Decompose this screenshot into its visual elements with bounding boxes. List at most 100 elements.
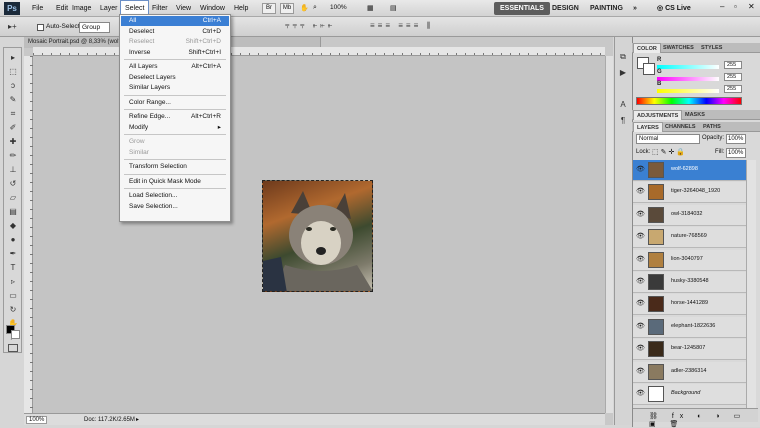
layer-row[interactable]: 👁 elephant-1822636 — [633, 316, 746, 338]
actions-panel-icon[interactable]: ▶ — [617, 67, 629, 79]
select-menu-item-refine-edge[interactable]: Refine Edge... Alt+Ctrl+R — [121, 112, 229, 122]
view-extras-icon[interactable]: ▦ — [367, 4, 374, 12]
move-tool-icon[interactable]: ▸ — [6, 51, 20, 64]
auto-select-dropdown[interactable]: Group — [79, 22, 110, 33]
wolf-image-selection[interactable] — [262, 180, 373, 292]
gradient-tool-icon[interactable]: ▤ — [6, 205, 20, 218]
layer-row[interactable]: 👁 adler-2386314 — [633, 361, 746, 383]
visibility-eye-icon[interactable]: 👁 — [636, 166, 645, 174]
3d-rotate-tool-icon[interactable]: ↻ — [6, 303, 20, 316]
workspace-more[interactable]: » — [627, 2, 643, 15]
ruler-vertical[interactable] — [24, 56, 33, 413]
select-menu-item-similar-layers[interactable]: Similar Layers — [121, 83, 229, 93]
layer-row[interactable]: 👁 owl-3184032 — [633, 204, 746, 226]
maximize-button[interactable]: ▫ — [734, 2, 737, 11]
menu-image[interactable]: Image — [68, 0, 95, 17]
color-spectrum-bar[interactable] — [636, 97, 742, 105]
path-selection-tool-icon[interactable]: ▹ — [6, 275, 20, 288]
dodge-tool-icon[interactable]: ● — [6, 233, 20, 246]
select-menu-item-inverse[interactable]: Inverse Shift+Ctrl+I — [121, 48, 229, 58]
tab-channels[interactable]: CHANNELS — [662, 122, 699, 132]
layer-row[interactable]: 👁 tiger-3264048_1920 — [633, 182, 746, 204]
character-panel-icon[interactable]: A — [617, 99, 629, 111]
visibility-eye-icon[interactable]: 👁 — [636, 300, 645, 308]
tab-masks[interactable]: MASKS — [682, 110, 708, 120]
eraser-tool-icon[interactable]: ▱ — [6, 191, 20, 204]
tab-paths[interactable]: PATHS — [700, 122, 724, 132]
visibility-eye-icon[interactable]: 👁 — [636, 390, 645, 398]
crop-tool-icon[interactable]: ⌗ — [6, 107, 20, 120]
auto-select-checkbox[interactable] — [37, 24, 44, 31]
channel-b-value[interactable]: 255 — [724, 85, 742, 93]
marquee-tool-icon[interactable]: ⬚ — [6, 65, 20, 78]
zoom-tool-icon[interactable]: ⌕ — [313, 4, 317, 12]
quick-mask-icon[interactable] — [8, 344, 18, 352]
mini-bridge-button[interactable]: Mb — [280, 3, 294, 14]
move-tool-preset-icon[interactable]: ▸+ — [8, 22, 17, 31]
channel-g-slider[interactable] — [657, 77, 719, 81]
pen-tool-icon[interactable]: ✒ — [6, 247, 20, 260]
close-button[interactable]: ✕ — [748, 2, 755, 11]
tab-adjustments[interactable]: ADJUSTMENTS — [633, 110, 683, 120]
layer-row[interactable]: 👁 lion-3040797 — [633, 249, 746, 271]
brush-tool-icon[interactable]: ✏ — [6, 149, 20, 162]
select-menu-item-color-range[interactable]: Color Range... — [121, 98, 229, 108]
type-tool-icon[interactable]: T — [6, 261, 20, 274]
select-menu-item-all-layers[interactable]: All Layers Alt+Ctrl+A — [121, 62, 229, 72]
layer-row[interactable]: 👁 horse-1441289 — [633, 294, 746, 316]
visibility-eye-icon[interactable]: 👁 — [636, 345, 645, 353]
blur-tool-icon[interactable]: ◆ — [6, 219, 20, 232]
fill-field[interactable]: 100% — [726, 148, 746, 158]
visibility-eye-icon[interactable]: 👁 — [636, 188, 645, 196]
paragraph-panel-icon[interactable]: ¶ — [617, 115, 629, 127]
layer-row[interactable]: 👁 wolf-62898 — [633, 160, 746, 181]
status-menu-arrow-icon[interactable]: ▸ — [136, 416, 139, 423]
select-menu-item-save-selection[interactable]: Save Selection... — [121, 202, 229, 212]
status-zoom[interactable]: 100% — [26, 416, 48, 424]
quick-select-tool-icon[interactable]: ✎ — [6, 93, 20, 106]
select-menu-item-edit-in-quick-mask-mode[interactable]: Edit in Quick Mask Mode — [121, 177, 229, 187]
shape-tool-icon[interactable]: ▭ — [6, 289, 20, 302]
clone-stamp-tool-icon[interactable]: ⊥ — [6, 163, 20, 176]
align-icons[interactable]: ⫧⫧⫧ ⫦⫦⫦ — [285, 21, 335, 31]
vertical-scrollbar[interactable] — [605, 56, 613, 413]
tab-layers[interactable]: LAYERS — [633, 122, 663, 132]
channel-g-value[interactable]: 255 — [724, 73, 742, 81]
opacity-field[interactable]: 100% — [726, 134, 746, 144]
cs-live-button[interactable]: ◎ CS Live — [657, 4, 691, 12]
minimize-button[interactable]: – — [720, 2, 724, 11]
channel-r-slider[interactable] — [657, 65, 719, 69]
select-menu-item-modify[interactable]: Modify ▸ — [121, 123, 229, 133]
visibility-eye-icon[interactable]: 👁 — [636, 256, 645, 264]
color-background-swatch[interactable] — [643, 63, 655, 75]
select-menu-item-deselect-layers[interactable]: Deselect Layers — [121, 73, 229, 83]
healing-brush-tool-icon[interactable]: ✚ — [6, 135, 20, 148]
visibility-eye-icon[interactable]: 👁 — [636, 278, 645, 286]
workspace-design[interactable]: DESIGN — [546, 2, 585, 15]
workspace-painting[interactable]: PAINTING — [584, 2, 629, 15]
select-menu-item-transform-selection[interactable]: Transform Selection — [121, 162, 229, 172]
visibility-eye-icon[interactable]: 👁 — [636, 368, 645, 376]
workspace-essentials[interactable]: ESSENTIALS — [494, 2, 550, 15]
eyedropper-tool-icon[interactable]: ✐ — [6, 121, 20, 134]
bridge-button[interactable]: Br — [262, 3, 276, 14]
layers-scrollbar[interactable] — [746, 160, 756, 408]
visibility-eye-icon[interactable]: 👁 — [636, 233, 645, 241]
menu-file[interactable]: File — [28, 0, 47, 17]
layer-footer-icons[interactable]: ⛓ fx ◐ ◑ ▭ ▣ 🗑 — [649, 412, 758, 428]
zoom-level[interactable]: 100% — [330, 4, 347, 11]
select-menu-item-load-selection[interactable]: Load Selection... — [121, 191, 229, 201]
lock-icons[interactable]: ⬚✎✛🔒 — [652, 148, 687, 156]
layer-row[interactable]: 👁 Background — [633, 384, 746, 405]
layer-row[interactable]: 👁 husky-3380548 — [633, 272, 746, 293]
blend-mode-dropdown[interactable]: Normal — [636, 134, 700, 144]
arrange-documents-icon[interactable]: ▤ — [390, 4, 397, 12]
distribute-icons[interactable]: ≡≡≡ ≡≡≡ ⫼ — [370, 21, 433, 31]
hand-icon[interactable]: ✋ — [300, 4, 309, 12]
channel-b-slider[interactable] — [657, 89, 719, 93]
history-panel-icon[interactable]: ⧉ — [617, 51, 629, 63]
select-menu-item-all[interactable]: All Ctrl+A — [121, 16, 229, 26]
tab-styles[interactable]: STYLES — [698, 43, 725, 53]
tab-swatches[interactable]: SWATCHES — [660, 43, 697, 53]
background-color-swatch[interactable] — [11, 330, 20, 339]
